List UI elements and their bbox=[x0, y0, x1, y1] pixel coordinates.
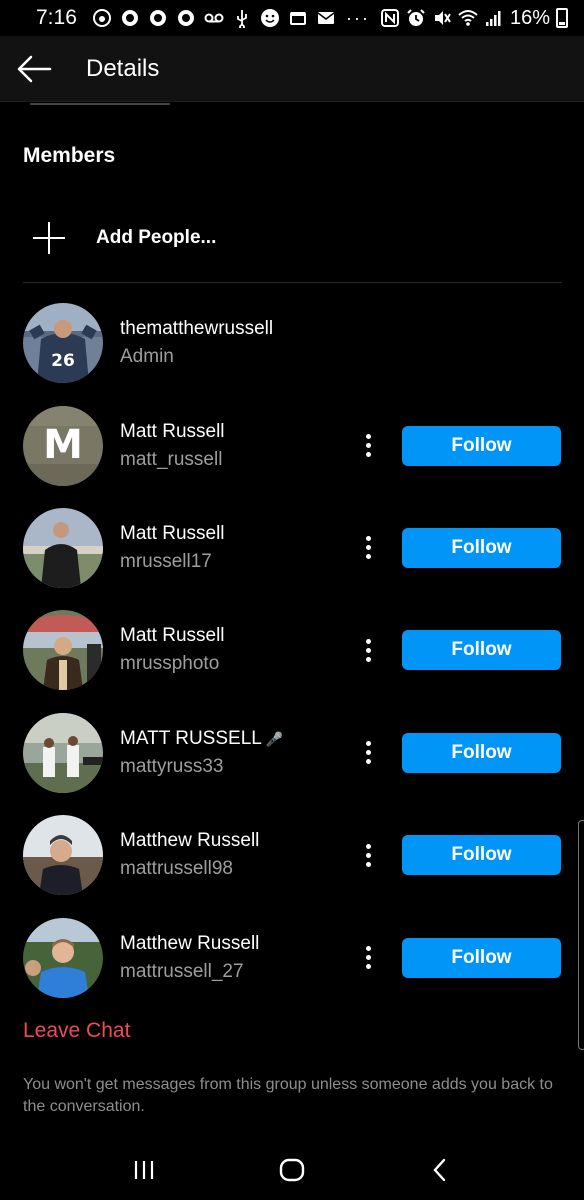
battery-icon bbox=[556, 8, 568, 28]
members-list: 26 thematthewrussell Admin M Matt Russel… bbox=[0, 292, 584, 1009]
follow-button[interactable]: Follow bbox=[402, 630, 561, 671]
system-nav-bar bbox=[0, 1140, 584, 1200]
member-text: thematthewrussell Admin bbox=[120, 318, 273, 368]
scrollbar[interactable] bbox=[578, 820, 584, 1050]
more-options-icon[interactable] bbox=[356, 938, 380, 978]
more-options-icon[interactable] bbox=[356, 630, 380, 670]
more-options-icon[interactable] bbox=[356, 733, 380, 773]
member-username: mattrussell_27 bbox=[120, 960, 244, 982]
leave-chat-note: You won't get messages from this group u… bbox=[23, 1076, 553, 1115]
follow-button[interactable]: Follow bbox=[402, 425, 561, 466]
member-row[interactable]: 26 thematthewrussell Admin bbox=[0, 292, 584, 394]
alarm-icon bbox=[406, 8, 426, 28]
member-name: Matt Russell bbox=[120, 420, 225, 442]
follow-button[interactable]: Follow bbox=[402, 527, 561, 568]
members-heading: Members bbox=[23, 144, 116, 167]
back-nav-button[interactable] bbox=[410, 1145, 470, 1195]
plus-icon bbox=[0, 220, 100, 256]
avatar[interactable] bbox=[23, 815, 103, 896]
nfc-icon bbox=[380, 8, 400, 28]
face-icon bbox=[260, 8, 280, 28]
member-username: mattrussell98 bbox=[120, 858, 233, 880]
more-options-icon[interactable] bbox=[356, 835, 380, 875]
status-time: 7:16 bbox=[36, 6, 77, 29]
more-options-icon[interactable] bbox=[356, 528, 380, 568]
app-icon bbox=[92, 8, 112, 28]
avatar[interactable] bbox=[23, 507, 103, 588]
follow-button[interactable]: Follow bbox=[402, 937, 561, 978]
member-name: Matthew Russell bbox=[120, 932, 260, 954]
calendar-icon bbox=[288, 8, 308, 28]
divider bbox=[23, 282, 562, 283]
member-row[interactable]: Matthew Russell mattrussell98 Follow bbox=[0, 804, 584, 906]
member-username: mattyruss33 bbox=[120, 755, 224, 777]
back-chevron-icon bbox=[433, 1158, 446, 1182]
voicemail-icon bbox=[204, 8, 224, 28]
member-row[interactable]: Matt Russell mrussell17 Follow bbox=[0, 497, 584, 599]
avatar[interactable] bbox=[23, 610, 103, 691]
home-button[interactable] bbox=[262, 1145, 322, 1195]
page-title: Details bbox=[86, 54, 160, 82]
signal-icon bbox=[484, 8, 504, 28]
status-left-icons bbox=[92, 8, 336, 28]
follow-button[interactable]: Follow bbox=[402, 835, 561, 876]
member-role: Admin bbox=[120, 346, 174, 368]
avatar[interactable]: 26 bbox=[23, 303, 103, 384]
status-bar: 7:16 ··· 16% bbox=[0, 0, 584, 36]
more-notifications-dots: ··· bbox=[345, 7, 370, 28]
member-name: Matt Russell bbox=[120, 625, 225, 647]
avatar[interactable] bbox=[23, 712, 103, 793]
mail-icon bbox=[316, 8, 336, 28]
follow-button[interactable]: Follow bbox=[402, 732, 561, 773]
member-username: matt_russell bbox=[120, 448, 223, 470]
member-row[interactable]: Matt Russell mrussphoto Follow bbox=[0, 599, 584, 701]
circle-icon bbox=[148, 8, 168, 28]
member-text: Matthew Russell mattrussell98 bbox=[120, 830, 259, 880]
member-text: MATT RUSSELL 🎤 mattyruss33 bbox=[120, 728, 283, 778]
screen: 7:16 ··· 16% Details Members Add People.… bbox=[0, 0, 584, 1200]
app-header: Details bbox=[0, 36, 584, 102]
svg-text:26: 26 bbox=[51, 351, 75, 371]
add-people-label: Add People... bbox=[96, 227, 217, 248]
member-username: mrussphoto bbox=[120, 653, 220, 675]
member-name: Matt Russell bbox=[120, 522, 225, 544]
recents-button[interactable] bbox=[114, 1145, 174, 1195]
member-name: Matthew Russell bbox=[120, 830, 260, 852]
member-row[interactable]: MATT RUSSELL 🎤 mattyruss33 Follow bbox=[0, 702, 584, 804]
avatar[interactable]: M bbox=[23, 405, 103, 486]
microphone-icon: 🎤 bbox=[265, 730, 284, 747]
member-username: mrussell17 bbox=[120, 550, 212, 572]
battery-percent: 16% bbox=[509, 6, 550, 29]
arrow-left-icon bbox=[17, 55, 52, 82]
avatar[interactable] bbox=[23, 917, 103, 998]
member-text: Matt Russell mrussphoto bbox=[120, 625, 225, 675]
home-icon bbox=[279, 1158, 305, 1182]
back-button[interactable] bbox=[0, 36, 68, 102]
member-text: Matt Russell mrussell17 bbox=[120, 523, 225, 573]
wifi-icon bbox=[458, 8, 478, 28]
member-text: Matt Russell matt_russell bbox=[120, 421, 225, 471]
recents-icon bbox=[134, 1161, 154, 1179]
member-name: thematthewrussell bbox=[120, 318, 274, 340]
member-text: Matthew Russell mattrussell_27 bbox=[120, 933, 259, 983]
status-right-icons: 16% bbox=[380, 7, 568, 30]
member-name-text: MATT RUSSELL bbox=[120, 727, 262, 749]
member-name: MATT RUSSELL 🎤 bbox=[120, 728, 283, 750]
circle-icon bbox=[176, 8, 196, 28]
avatar-letter: M bbox=[43, 422, 83, 468]
cut-off-text bbox=[30, 102, 170, 108]
more-options-icon[interactable] bbox=[356, 426, 380, 466]
mute-icon bbox=[432, 8, 452, 28]
circle-icon bbox=[120, 8, 140, 28]
leave-chat-button[interactable]: Leave Chat bbox=[23, 1019, 130, 1043]
member-row[interactable]: Matthew Russell mattrussell_27 Follow bbox=[0, 906, 584, 1008]
member-row[interactable]: M Matt Russell matt_russell Follow bbox=[0, 394, 584, 496]
add-people-button[interactable]: Add People... bbox=[0, 200, 584, 276]
usb-icon bbox=[232, 8, 252, 28]
